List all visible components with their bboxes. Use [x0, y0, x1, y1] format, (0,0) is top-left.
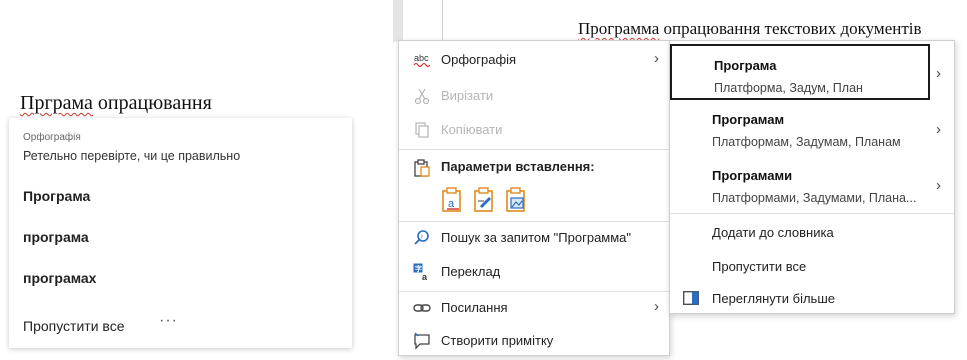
suggestion-item[interactable]: програмах: [23, 270, 96, 286]
chevron-right-icon[interactable]: ›: [936, 121, 941, 138]
menu-item-label: Вирізати: [441, 88, 494, 103]
suggestion-word: Програма: [714, 58, 777, 73]
document-text-right: Программа опрацювання текстових документ…: [578, 19, 922, 39]
paste-keep-formatting-icon[interactable]: a: [441, 187, 465, 213]
card-description: Ретельно перевірте, чи це правильно: [23, 149, 241, 163]
paste-picture-icon[interactable]: [505, 187, 529, 213]
menu-item-label: Пошук за запитом "Программа": [441, 230, 632, 245]
chevron-right-icon: ›: [654, 50, 659, 67]
menu-item-label: Додати до словника: [712, 225, 834, 240]
link-icon: [413, 299, 431, 317]
suggestion-word: Програмам: [712, 112, 785, 127]
comment-icon: [413, 332, 431, 350]
menu-item-label: Орфографія: [441, 52, 517, 67]
suggestion-item[interactable]: Програма: [23, 188, 90, 204]
misspelled-word-right[interactable]: Программа: [578, 19, 659, 38]
abc-spelling-icon: abc: [413, 51, 431, 69]
chevron-right-icon[interactable]: ›: [936, 65, 941, 82]
menu-separator: [670, 213, 954, 214]
suggestion-synonyms: Платформа, Задум, План: [714, 81, 863, 95]
menu-item-copy[interactable]: Копіювати: [399, 115, 669, 145]
menu-separator: [399, 221, 669, 222]
menu-item-label: Переклад: [441, 264, 501, 279]
clipboard-icon: [413, 158, 431, 178]
search-icon: i: [413, 229, 431, 247]
suggestion-item[interactable]: Програмами Платформами, Задумами, Плана.…: [670, 156, 930, 212]
suggestion-item-selected[interactable]: Програма Платформа, Задум, План: [670, 44, 930, 100]
translate-icon: 字 a: [413, 263, 431, 282]
spelling-submenu: Програма Платформа, Задум, План › Програ…: [669, 40, 955, 314]
svg-text:字: 字: [415, 264, 422, 273]
document-text-right-rest: опрацювання текстових документів: [659, 19, 922, 38]
menu-item-comment[interactable]: Створити примітку: [399, 326, 669, 356]
menu-item-label: Посилання: [441, 300, 508, 315]
paste-options-heading: Параметри вставлення:: [441, 159, 595, 174]
document-text-left: Прграма опрацювання: [20, 92, 212, 115]
ignore-all-button[interactable]: Пропустити все: [23, 318, 124, 334]
chevron-right-icon: ›: [654, 298, 659, 315]
menu-item-cut[interactable]: Вирізати: [399, 81, 669, 111]
menu-separator: [399, 149, 669, 150]
card-category: Орфографія: [23, 132, 81, 143]
menu-item-label: Переглянути більше: [712, 291, 835, 306]
menu-item-link[interactable]: Посилання ›: [399, 293, 669, 323]
document-margin-line: [442, 0, 443, 42]
menu-item-label: Копіювати: [441, 122, 503, 137]
menu-item-search[interactable]: i Пошук за запитом "Программа": [399, 223, 669, 253]
ignore-all-item[interactable]: Пропустити все: [670, 251, 954, 283]
copy-icon: [413, 121, 431, 139]
scissors-icon: [413, 87, 431, 105]
misspelled-word[interactable]: Прграма: [20, 92, 93, 114]
document-margin-strip: [393, 0, 403, 42]
paste-options-group: a: [441, 187, 529, 213]
menu-item-label: Створити примітку: [441, 333, 554, 348]
svg-text:abc: abc: [414, 53, 429, 63]
suggestion-synonyms: Платформам, Задумам, Планам: [712, 135, 901, 149]
spelling-suggestion-card: Орфографія Ретельно перевірте, чи це пра…: [9, 118, 352, 348]
menu-item-translate[interactable]: 字 a Переклад: [399, 257, 669, 287]
panel-icon: [683, 291, 699, 305]
suggestion-item[interactable]: програма: [23, 229, 89, 245]
chevron-right-icon[interactable]: ›: [936, 177, 941, 194]
paste-merge-formatting-icon[interactable]: [473, 187, 497, 213]
suggestion-item[interactable]: Програмам Платформам, Задумам, Планам: [670, 100, 930, 156]
menu-item-label: Пропустити все: [712, 259, 807, 274]
svg-text:a: a: [422, 272, 428, 281]
suggestion-word: Програмами: [712, 168, 793, 183]
menu-item-spelling[interactable]: abc Орфографія ›: [399, 45, 669, 75]
more-options-button[interactable]: ···: [159, 312, 178, 330]
suggestion-synonyms: Платформами, Задумами, Плана...: [712, 191, 917, 205]
document-text-rest: опрацювання: [92, 92, 212, 114]
add-to-dictionary-item[interactable]: Додати до словника: [670, 217, 954, 249]
svg-text:a: a: [448, 198, 455, 210]
svg-text:i: i: [421, 235, 422, 241]
menu-separator: [399, 291, 669, 292]
see-more-item[interactable]: Переглянути більше: [670, 283, 954, 315]
context-menu: abc Орфографія › Вирізати Копіювати Пара…: [398, 40, 670, 356]
